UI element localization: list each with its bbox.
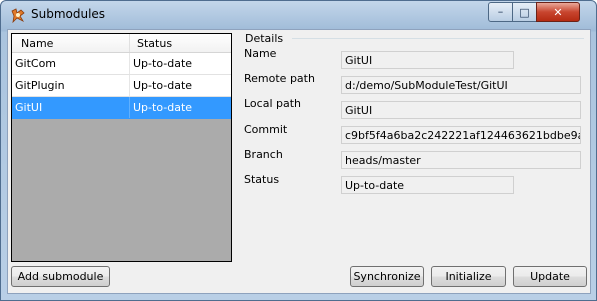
row-name: GitUI (15, 101, 43, 114)
maximize-button[interactable]: □ (512, 2, 537, 22)
window-title: Submodules (31, 7, 106, 21)
local-path-field[interactable]: GitUI (341, 101, 581, 119)
details-group-border (292, 38, 584, 39)
remote-path-field[interactable]: d:/demo/SubModuleTest/GitUI (341, 76, 581, 94)
minimize-icon: – (497, 5, 504, 18)
list-header: Name Status (12, 34, 231, 53)
minimize-button[interactable]: – (488, 2, 513, 22)
submodules-window: Submodules – □ ✕ Name Status GitCom Up-t… (0, 0, 597, 301)
branch-field[interactable]: heads/master (341, 151, 581, 169)
initialize-button[interactable]: Initialize (431, 266, 506, 287)
add-submodule-button[interactable]: Add submodule (11, 266, 110, 287)
git-extensions-app-icon (11, 8, 25, 23)
name-label: Name (244, 47, 277, 60)
close-button[interactable]: ✕ (536, 2, 580, 22)
column-separator[interactable] (129, 34, 130, 52)
synchronize-button[interactable]: Synchronize (350, 266, 424, 287)
branch-label: Branch (244, 148, 283, 161)
dialog-client-area: Name Status GitCom Up-to-date GitPlugin … (7, 29, 591, 294)
row-name: GitCom (15, 57, 57, 70)
cell-separator (129, 75, 130, 96)
title-bar[interactable]: Submodules – □ ✕ (1, 1, 596, 29)
local-path-label: Local path (244, 97, 302, 110)
submodule-list[interactable]: Name Status GitCom Up-to-date GitPlugin … (11, 33, 232, 262)
status-label: Status (244, 173, 280, 186)
row-status: Up-to-date (133, 101, 193, 114)
list-row-gitui[interactable]: GitUI Up-to-date (12, 97, 231, 119)
cell-separator (129, 97, 130, 118)
maximize-icon: □ (519, 5, 530, 19)
name-field[interactable]: GitUI (341, 51, 514, 69)
commit-label: Commit (244, 123, 288, 136)
column-header-name[interactable]: Name (21, 37, 53, 50)
row-status: Up-to-date (133, 57, 193, 70)
cell-separator (129, 53, 130, 74)
details-group-title: Details (245, 32, 284, 45)
row-status: Up-to-date (133, 79, 193, 92)
commit-field[interactable]: c9bf5f4a6ba2c242221af124463621bdbe9a2be4 (341, 126, 581, 144)
status-field[interactable]: Up-to-date (341, 176, 514, 194)
column-header-status[interactable]: Status (137, 37, 172, 50)
list-row-gitcom[interactable]: GitCom Up-to-date (12, 53, 231, 75)
list-row-gitplugin[interactable]: GitPlugin Up-to-date (12, 75, 231, 97)
remote-path-label: Remote path (244, 72, 315, 85)
close-icon: ✕ (553, 5, 563, 19)
update-button[interactable]: Update (513, 266, 587, 287)
row-name: GitPlugin (15, 79, 65, 92)
